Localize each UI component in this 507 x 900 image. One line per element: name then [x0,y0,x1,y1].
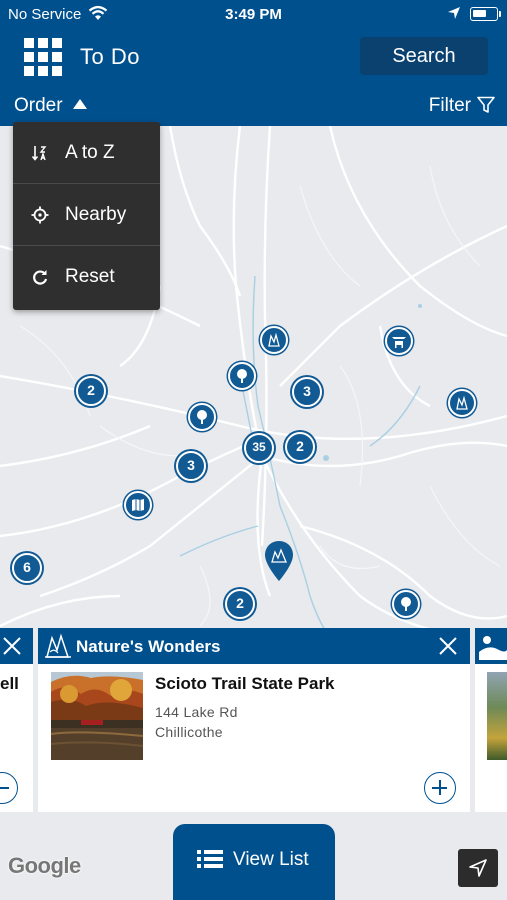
address-line-1: 144 Lake Rd [155,704,238,720]
clock-time: 3:49 PM [225,6,282,23]
map-cluster-marker[interactable]: 2 [225,589,255,619]
sort-filter-bar: Order Filter [0,86,507,126]
card-header: Nature's Wonders [38,628,470,664]
funnel-icon [477,96,495,113]
caret-up-icon [72,99,87,109]
sort-az-icon [31,146,47,161]
status-bar: No Service 3:49 PM [0,0,507,28]
order-menu-item-reset[interactable]: Reset [13,246,160,308]
page-title: To Do [80,44,140,69]
next-card-photo [487,672,507,760]
close-icon[interactable] [2,636,22,656]
park-photo [51,672,143,760]
order-label: Order [14,95,63,116]
park-tree-marker-icon[interactable] [188,403,216,431]
view-list-button[interactable]: View List [173,824,335,900]
add-to-trip-button[interactable] [0,772,18,804]
order-menu-label: Nearby [65,204,127,225]
card-header [475,628,507,664]
order-menu-item-nearby[interactable]: Nearby [13,184,160,246]
map-cluster-marker[interactable]: 3 [176,451,206,481]
map-trail-marker-icon[interactable] [124,491,152,519]
card-category: Nature's Wonders [76,637,221,656]
order-menu-item-a-to-z[interactable]: A to Z [13,122,160,184]
park-name: Scioto Trail State Park [155,674,335,693]
location-arrow-icon [447,6,461,24]
next-result-card[interactable] [475,628,507,812]
order-menu-label: Reset [65,266,115,287]
previous-result-card[interactable]: ell [0,628,33,812]
filter-button[interactable]: Filter [429,95,495,117]
refresh-icon [33,270,48,285]
result-card[interactable]: Nature's Wonders Scioto Trail State Park… [38,628,470,812]
map-cluster-marker[interactable]: 2 [285,432,315,462]
wildlife-marker-icon[interactable] [385,327,413,355]
map-cluster-marker[interactable]: 6 [12,553,42,583]
google-logo: Google [8,853,81,878]
filter-label: Filter [428,95,471,116]
list-icon [197,850,223,868]
park-tree-marker-icon[interactable] [392,590,420,618]
order-menu: A to Z Nearby Reset [13,122,160,310]
my-location-button[interactable] [458,849,498,887]
order-menu-label: A to Z [65,142,115,163]
close-icon[interactable] [438,636,458,656]
map-cluster-marker[interactable]: 2 [76,376,106,406]
scenic-category-icon [479,636,507,660]
card-header [0,628,33,664]
nature-category-icon [45,633,71,658]
map-cluster-marker[interactable]: 3 [292,377,322,407]
apps-grid-icon[interactable] [24,38,62,76]
add-to-trip-button[interactable] [424,772,456,804]
battery-icon [470,7,498,21]
search-button[interactable]: Search [360,37,488,75]
map-cluster-marker[interactable]: 35 [244,433,274,463]
nature-marker-icon[interactable] [448,389,476,417]
crosshair-icon [31,206,49,224]
app-header: To Do Search [0,28,507,86]
view-list-label: View List [233,849,309,870]
navigation-arrow-icon [469,859,487,877]
order-button[interactable]: Order [14,95,87,117]
results-carousel[interactable]: ell Nature's Wonders Scioto Trail State … [0,628,507,812]
park-tree-marker-icon[interactable] [228,362,256,390]
selected-location-pin-icon[interactable] [264,540,294,587]
address-line-2: Chillicothe [155,724,223,740]
nature-marker-icon[interactable] [260,326,288,354]
battery-nub [499,11,501,17]
previous-card-title: ell [0,674,19,693]
